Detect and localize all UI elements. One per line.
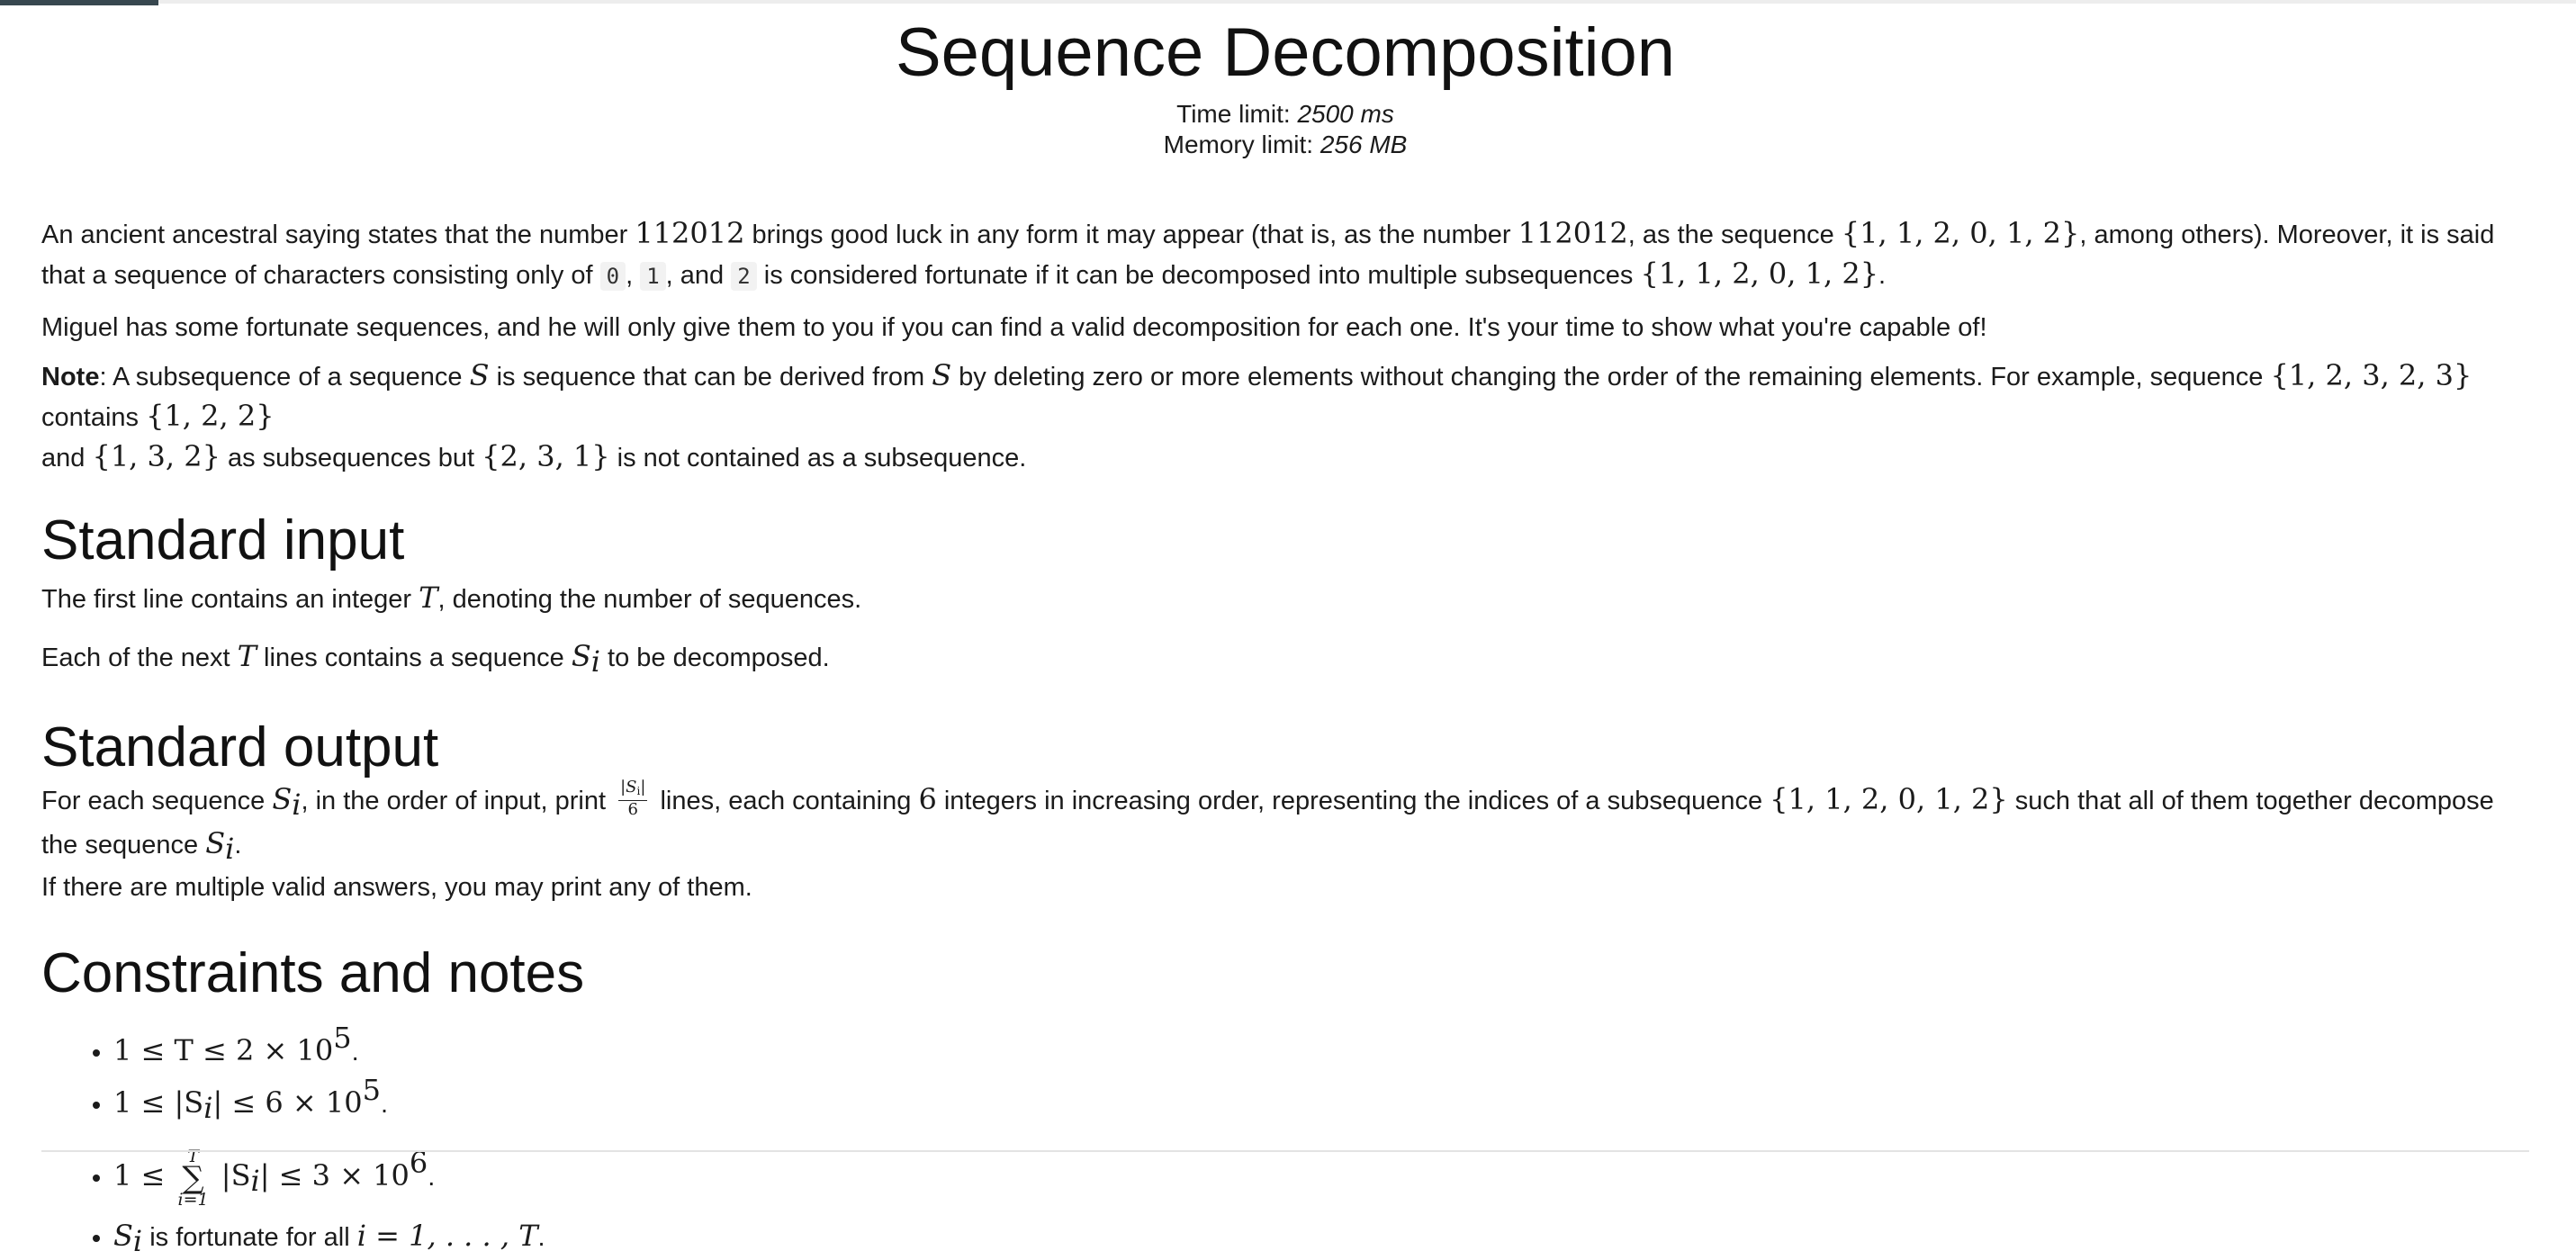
time-limit: Time limit: 2500 ms [41, 99, 2529, 130]
input-line-1: The first line contains an integer T, de… [41, 580, 862, 615]
constraint-item: 1 ≤ T ≤ 2 × 105. [113, 1019, 2529, 1071]
code-1: 1 [640, 262, 666, 291]
code-0: 0 [599, 262, 626, 291]
input-line-2: Each of the next T lines contains a sequ… [41, 639, 830, 679]
time-limit-value: 2500 ms [1297, 100, 1394, 128]
memory-limit-value: 256 MB [1320, 130, 1408, 158]
constraints-list: 1 ≤ T ≤ 2 × 105. 1 ≤ |Si| ≤ 6 × 105. 1 ≤… [41, 1019, 2529, 1260]
constraint-item: 1 ≤ T∑i=1 |Si| ≤ 3 × 106. [113, 1127, 2529, 1217]
constraints-heading: Constraints and notes [41, 942, 585, 1004]
standard-input-heading: Standard input [41, 509, 405, 572]
limits: Time limit: 2500 ms Memory limit: 256 MB [41, 99, 2529, 160]
fraction-si-over-6: |Si| 6 [618, 777, 648, 819]
time-limit-label: Time limit: [1176, 100, 1298, 128]
memory-limit: Memory limit: 256 MB [41, 130, 2529, 160]
code-2: 2 [731, 262, 757, 291]
problem-title: Sequence Decomposition [895, 14, 1676, 91]
memory-limit-label: Memory limit: [1163, 130, 1320, 158]
output-paragraph: For each sequence Si, in the order of in… [41, 777, 2494, 902]
summation: T ∑ i=1 [177, 1147, 209, 1210]
note-label: Note [41, 363, 100, 392]
statement-paragraph-1: An ancient ancestral saying states that … [41, 216, 2495, 291]
problem-page: Sequence Decomposition Time limit: 2500 … [41, 0, 2529, 1260]
constraint-item: Si is fortunate for all i = 1, . . . , T… [113, 1217, 2529, 1260]
statement-paragraph-2: Miguel has some fortunate sequences, and… [41, 313, 1987, 342]
note-paragraph: Note: A subsequence of a sequence S is s… [41, 358, 2472, 473]
constraint-item: 1 ≤ |Si| ≤ 6 × 105. [113, 1071, 2529, 1127]
bottom-divider [41, 1150, 2529, 1152]
standard-output-heading: Standard output [41, 716, 439, 778]
